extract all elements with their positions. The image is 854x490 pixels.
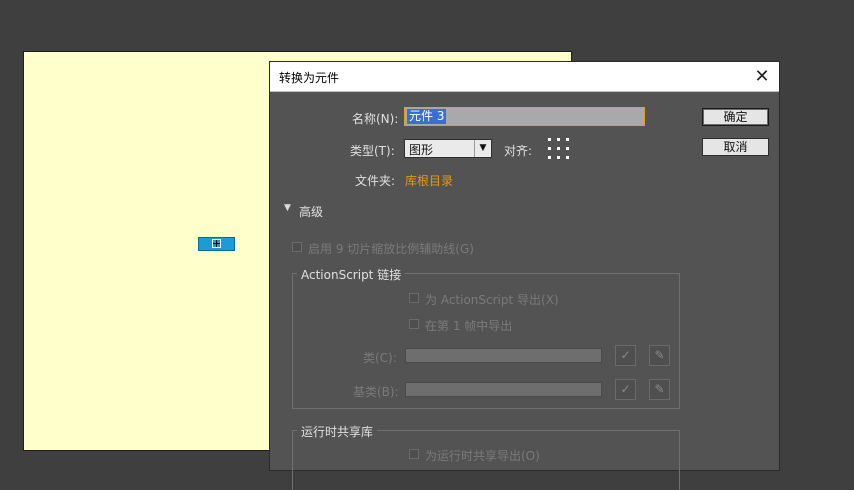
export-frame1-label: 在第 1 帧中导出 [425, 319, 513, 333]
export-frame1-checkbox[interactable] [409, 319, 419, 329]
base-class-label: 基类(B): [353, 385, 399, 399]
nine-slice-checkbox[interactable] [292, 242, 302, 252]
folder-link[interactable]: 库根目录 [405, 172, 453, 189]
export-runtime-checkbox[interactable] [409, 449, 419, 459]
runtime-shared-library-group: 运行时共享库 为运行时共享导出(O) [292, 423, 680, 490]
cancel-button[interactable]: 取消 [702, 138, 769, 156]
name-label: 名称(N): [352, 112, 399, 126]
chevron-down-icon: ▼ [474, 140, 491, 157]
registration-point-icon [212, 239, 221, 248]
pencil-icon[interactable]: ✎ [649, 345, 670, 366]
triangle-down-icon[interactable]: ▼ [284, 203, 291, 213]
actionscript-legend: ActionScript 链接 [297, 266, 406, 283]
registration-grid-icon[interactable] [548, 138, 570, 160]
type-label: 类型(T): [350, 144, 395, 158]
symbol-name-input[interactable]: 元件 3 [404, 107, 645, 126]
export-runtime-label: 为运行时共享导出(O) [425, 449, 540, 463]
class-input[interactable] [405, 348, 602, 363]
close-icon[interactable]: ✕ [751, 66, 773, 88]
folder-label: 文件夹: [355, 174, 396, 188]
ok-button[interactable]: 确定 [702, 108, 769, 126]
align-label: 对齐: [504, 144, 533, 158]
class-label: 类(C): [363, 351, 397, 365]
dialog-titlebar: 转换为元件 ✕ [270, 62, 779, 92]
export-actionscript-label: 为 ActionScript 导出(X) [425, 293, 559, 307]
base-class-input[interactable] [405, 382, 602, 397]
symbol-name-value: 元件 3 [407, 109, 447, 124]
export-actionscript-checkbox[interactable] [409, 293, 419, 303]
advanced-label[interactable]: 高级 [299, 203, 323, 220]
pencil-icon[interactable]: ✎ [649, 379, 670, 400]
check-icon[interactable]: ✓ [615, 345, 636, 366]
dialog-title: 转换为元件 [279, 71, 340, 85]
actionscript-linkage-group: ActionScript 链接 为 ActionScript 导出(X) 在第 … [292, 266, 680, 409]
nine-slice-label: 启用 9 切片缩放比例辅助线(G) [308, 242, 474, 256]
selected-shape[interactable] [198, 237, 235, 251]
symbol-type-select[interactable]: 图形 ▼ [404, 139, 492, 158]
symbol-type-value: 图形 [409, 143, 434, 157]
check-icon[interactable]: ✓ [615, 379, 636, 400]
runtime-shared-legend: 运行时共享库 [297, 423, 378, 440]
convert-to-symbol-dialog: 转换为元件 ✕ 名称(N): 元件 3 确定 取消 类型(T): 图形 ▼ 对齐… [269, 61, 780, 490]
